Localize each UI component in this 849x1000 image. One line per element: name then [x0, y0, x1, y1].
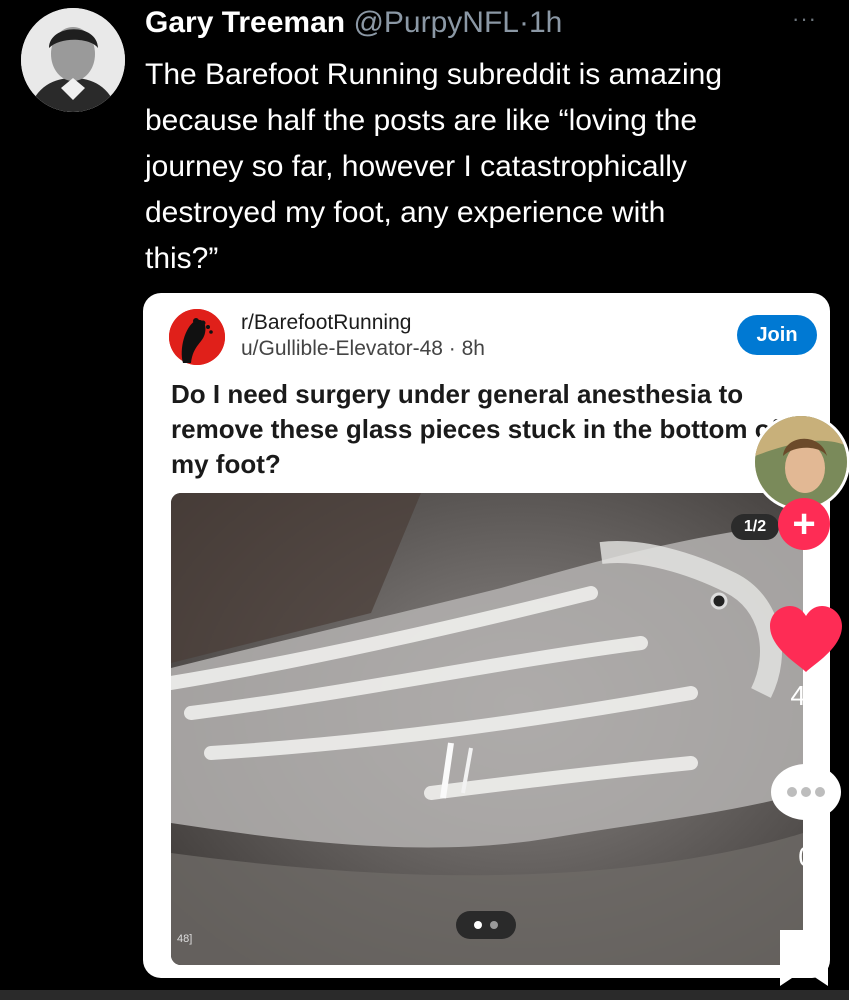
comment-count: 0	[798, 841, 814, 872]
more-options-icon[interactable]: ···	[792, 6, 817, 32]
post-title[interactable]: Do I need surgery under general anesthes…	[171, 377, 791, 482]
carousel-dot[interactable]	[490, 921, 498, 929]
bottom-bar	[0, 990, 849, 1000]
tweet-time[interactable]: 1h	[529, 6, 562, 39]
carousel-dot-active[interactable]	[474, 921, 482, 929]
comment-icon[interactable]	[768, 760, 844, 834]
carousel-dots[interactable]	[456, 911, 516, 939]
xray-marker-text: 48]	[177, 933, 193, 945]
post-time: 8h	[461, 337, 485, 360]
subreddit-name[interactable]: r/BarefootRunning	[241, 311, 411, 335]
xray-image[interactable]: 48]	[171, 493, 803, 965]
tweet-header: Gary Treeman @PurpyNFL·1h	[145, 6, 562, 40]
reddit-post-card[interactable]: r/BarefootRunning u/Gullible-Elevator-48…	[143, 293, 830, 978]
like-count: 48	[790, 680, 822, 711]
join-button[interactable]: Join	[737, 315, 817, 355]
page-indicator: 1/2	[731, 514, 779, 540]
post-username[interactable]: u/Gullible-Elevator-48	[241, 337, 443, 360]
author-handle[interactable]: @PurpyNFL	[353, 6, 519, 39]
subreddit-icon[interactable]	[169, 309, 225, 365]
handle-separator: ·	[518, 6, 529, 39]
tweet-text: The Barefoot Running subreddit is amazin…	[145, 58, 723, 275]
post-meta: u/Gullible-Elevator-48 · 8h	[241, 337, 485, 361]
bookmark-icon[interactable]	[776, 926, 832, 988]
author-avatar[interactable]	[21, 8, 125, 112]
follow-button[interactable]: +	[778, 498, 830, 550]
author-name[interactable]: Gary Treeman	[145, 6, 345, 39]
heart-icon[interactable]	[768, 604, 844, 674]
meta-separator: ·	[448, 337, 456, 360]
creator-avatar[interactable]	[752, 413, 849, 511]
